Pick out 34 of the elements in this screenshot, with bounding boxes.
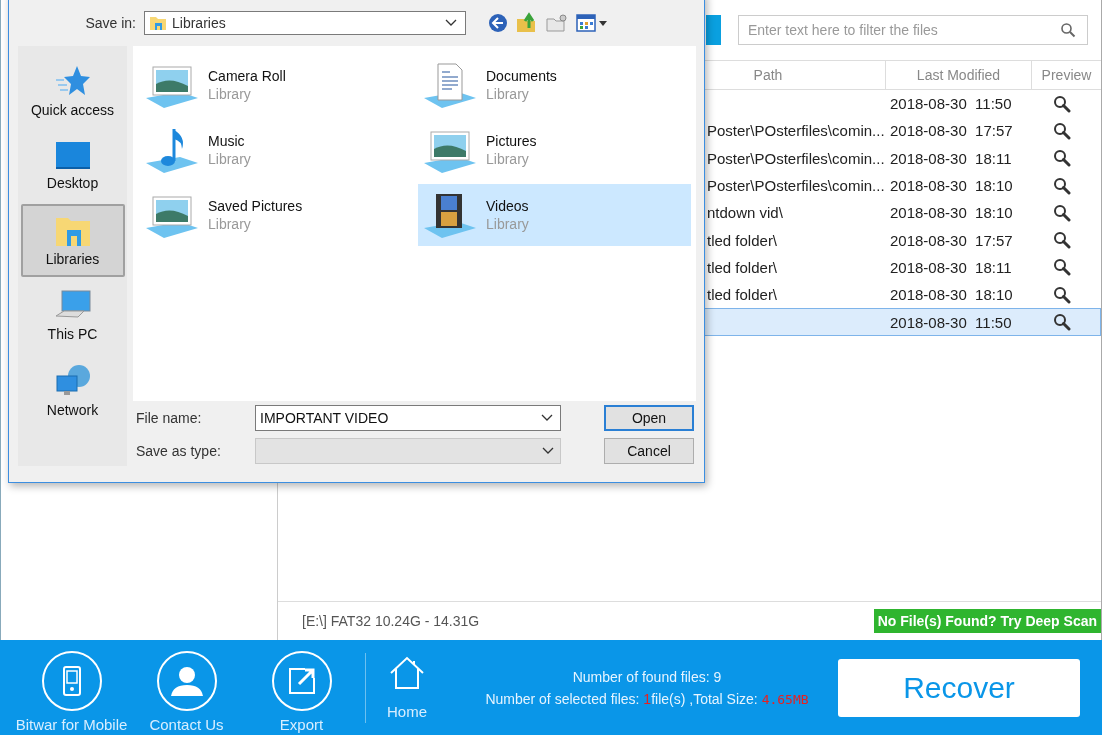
- save-type-label: Save as type:: [136, 442, 222, 459]
- selected-files-text: Number of selected files: 1file(s) ,Total Size: 4.65MB: [485, 690, 809, 707]
- table-cell: 2018-08-30 11:50: [890, 95, 1012, 113]
- table-cell: 2018-08-30 18:11: [890, 149, 1012, 167]
- table-cell: 2018-08-30 18:10: [890, 177, 1013, 195]
- table-cell: tled folder\: [707, 258, 778, 276]
- file-name-label: File name:: [136, 409, 203, 426]
- library-name: Documents: [486, 68, 557, 84]
- table-cell: 2018-08-30 18:10: [890, 204, 1013, 222]
- library-name: Pictures: [486, 133, 537, 149]
- table-cell: tled folder\: [707, 286, 778, 304]
- found-files-text: Number of found files: 9: [572, 668, 722, 685]
- table-cell: 2018-08-30 17:57: [890, 231, 1013, 249]
- library-type: Library: [486, 151, 530, 167]
- library-type: Library: [208, 86, 252, 102]
- table-cell: 2018-08-30 18:11: [890, 258, 1012, 276]
- table-cell: 2018-08-30 18:10: [890, 286, 1013, 304]
- table-cell: 2018-08-30 17:57: [890, 122, 1013, 140]
- table-cell: ntdown vid\: [707, 204, 783, 222]
- table-cell: Poster\POsterfiles\comin...: [707, 177, 885, 195]
- library-name: Saved Pictures: [208, 198, 303, 214]
- library-name: Music: [208, 133, 246, 149]
- table-cell: tled folder\: [707, 231, 778, 249]
- table-cell: 2018-08-30 11:50: [890, 313, 1012, 331]
- library-name: Camera Roll: [208, 68, 286, 84]
- library-type: Library: [486, 86, 530, 102]
- library-type: Library: [486, 216, 529, 232]
- library-name: Videos: [486, 198, 529, 214]
- save-in-label: Save in:: [84, 15, 136, 31]
- library-type: Library: [208, 151, 251, 167]
- drive-info: [E:\] FAT32 10.24G - 14.31G: [302, 613, 480, 629]
- library-type: Library: [208, 216, 252, 232]
- table-cell: Poster\POsterfiles\comin...: [707, 122, 885, 140]
- table-cell: Poster\POsterfiles\comin...: [707, 149, 885, 167]
